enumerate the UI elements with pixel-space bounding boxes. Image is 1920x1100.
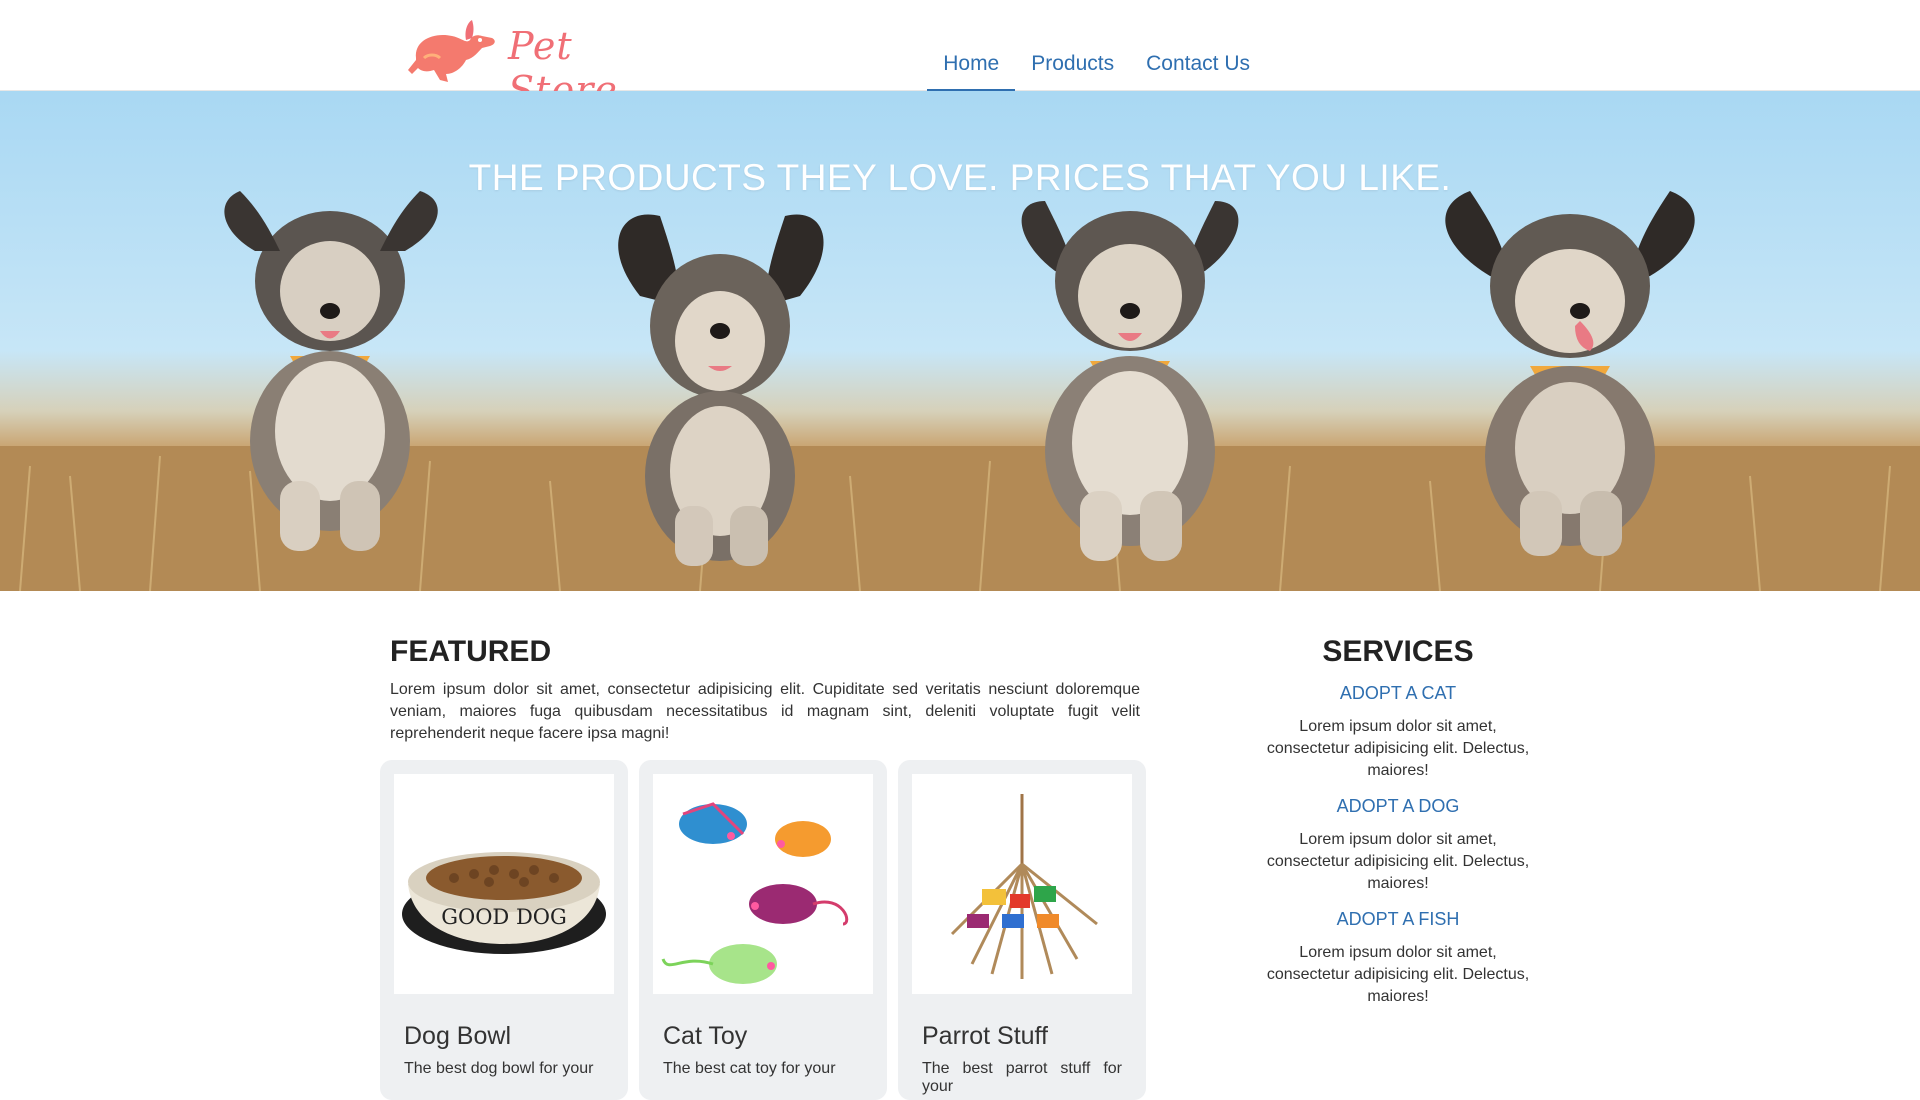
card-text: The best parrot stuff for your bbox=[922, 1060, 1122, 1095]
parrot-toy-image[interactable] bbox=[912, 774, 1132, 994]
hero-headline: THE PRODUCTS THEY LOVE. PRICES THAT YOU … bbox=[468, 157, 1452, 198]
service-description: Lorem ipsum dolor sit amet, consectetur … bbox=[1266, 944, 1530, 1005]
adopt-fish-link[interactable]: ADOPT A FISH bbox=[1260, 909, 1536, 930]
product-card-dog-bowl[interactable]: GOOD DOG Dog Bowl The best dog bowl for … bbox=[380, 760, 628, 1100]
dog-bowl-image[interactable]: GOOD DOG bbox=[394, 774, 614, 994]
navbar: Pet Store Home Products Contact Us bbox=[0, 0, 1920, 112]
service-description: Lorem ipsum dolor sit amet, consectetur … bbox=[1266, 718, 1530, 779]
featured-title: FEATURED bbox=[390, 635, 552, 668]
dog-3-image bbox=[1021, 201, 1239, 561]
adopt-dog-link[interactable]: ADOPT A DOG bbox=[1260, 796, 1536, 817]
nav-products[interactable]: Products bbox=[1015, 40, 1130, 92]
card-title: Parrot Stuff bbox=[922, 1022, 1048, 1050]
running-dog-icon bbox=[408, 20, 495, 82]
dog-4-image bbox=[1445, 191, 1695, 556]
featured-description: Lorem ipsum dolor sit amet, consectetur … bbox=[390, 681, 1140, 742]
brand-logo[interactable]: Pet Store bbox=[404, 10, 644, 112]
hero-banner: THE PRODUCTS THEY LOVE. PRICES THAT YOU … bbox=[0, 91, 1920, 591]
product-card-cat-toy[interactable]: Cat Toy The best cat toy for your bbox=[639, 760, 887, 1100]
product-card-parrot-stuff[interactable]: Parrot Stuff The best parrot stuff for y… bbox=[898, 760, 1146, 1100]
card-title: Cat Toy bbox=[663, 1022, 748, 1050]
featured-section: FEATURED Lorem ipsum dolor sit amet, con… bbox=[390, 635, 1140, 745]
dog-1-image bbox=[224, 191, 438, 551]
nav-contact-us[interactable]: Contact Us bbox=[1130, 40, 1266, 92]
nav-home[interactable]: Home bbox=[927, 40, 1016, 92]
cat-toy-mice-image[interactable] bbox=[653, 774, 873, 994]
services-title: SERVICES bbox=[1322, 635, 1474, 668]
card-text: The best cat toy for your bbox=[663, 1060, 836, 1077]
service-description: Lorem ipsum dolor sit amet, consectetur … bbox=[1266, 831, 1530, 892]
bowl-label: GOOD DOG bbox=[441, 905, 567, 929]
card-text: The best dog bowl for your bbox=[404, 1060, 594, 1077]
services-section: SERVICES ADOPT A CAT Lorem ipsum dolor s… bbox=[1260, 635, 1536, 1008]
card-title: Dog Bowl bbox=[404, 1022, 511, 1050]
adopt-cat-link[interactable]: ADOPT A CAT bbox=[1260, 683, 1536, 704]
dog-2-image bbox=[618, 214, 824, 566]
main-nav: Home Products Contact Us bbox=[927, 40, 1266, 92]
product-cards: GOOD DOG Dog Bowl The best dog bowl for … bbox=[380, 760, 1146, 1100]
